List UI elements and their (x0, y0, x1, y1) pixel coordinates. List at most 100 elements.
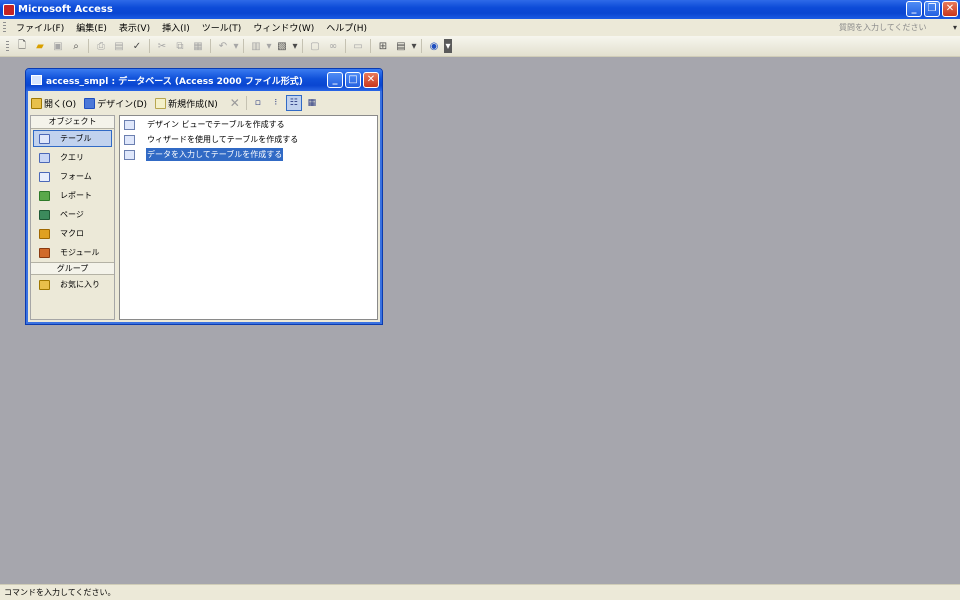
menu-file[interactable]: ファイル(F) (10, 21, 70, 34)
list-item-label: データを入力してテーブルを作成する (146, 148, 284, 161)
relationships-icon[interactable]: ⊞ (375, 38, 391, 54)
script-icon[interactable]: ∞ (325, 38, 341, 54)
copy-icon[interactable]: ⧉ (172, 38, 188, 54)
menu-view[interactable]: 表示(V) (113, 21, 156, 34)
form-icon (39, 171, 50, 182)
restore-button[interactable]: ❐ (924, 1, 940, 17)
object-label: ページ (60, 210, 84, 219)
new-file-icon[interactable]: 🗋 (14, 38, 30, 54)
paste-icon[interactable]: ▦ (190, 38, 206, 54)
list-view-icon[interactable]: ☷ (285, 95, 302, 111)
new-button-label: 新規作成(N) (168, 99, 218, 110)
large-icons-view-icon[interactable]: ▫ (250, 95, 266, 111)
file-search-icon[interactable]: ⌕ (68, 38, 84, 54)
objects-bar: オブジェクト テーブル クエリ フォーム レポート ページ マクロ モジュール … (30, 115, 115, 320)
minimize-button[interactable]: _ (906, 1, 922, 17)
object-list: デザイン ビューでテーブルを作成する ウィザードを使用してテーブルを作成する デ… (119, 115, 378, 320)
object-modules[interactable]: モジュール (31, 243, 114, 262)
object-label: マクロ (60, 229, 84, 238)
database-toolbar: 開く(O) デザイン(D) 新規作成(N) ✕ ▫ ⁝ ☷ ▦ (26, 93, 382, 113)
save-icon[interactable]: ▣ (50, 38, 66, 54)
object-label: テーブル (60, 134, 92, 143)
database-window-controls: _ □ ✕ (327, 72, 379, 88)
print-preview-icon[interactable]: ▤ (111, 38, 127, 54)
analyze-dropdown-icon[interactable]: ▾ (292, 38, 298, 54)
properties-icon[interactable]: ▭ (350, 38, 366, 54)
access-app-icon[interactable] (3, 3, 15, 16)
new-object-dropdown-icon[interactable]: ▾ (411, 38, 417, 54)
menu-window[interactable]: ウィンドウ(W) (247, 21, 320, 34)
status-bar: コマンドを入力してください。 (0, 584, 960, 600)
database-icon[interactable] (31, 75, 42, 85)
delete-icon[interactable]: ✕ (227, 95, 243, 111)
db-minimize-button[interactable]: _ (327, 72, 343, 88)
database-panes: オブジェクト テーブル クエリ フォーム レポート ページ マクロ モジュール … (30, 115, 378, 320)
toolbar-separator (88, 39, 89, 53)
menu-help[interactable]: ヘルプ(H) (320, 21, 373, 34)
help-question-box[interactable]: 質問を入力してください ▾ (839, 21, 957, 34)
toolbar-grip-icon[interactable] (6, 40, 9, 52)
chevron-down-icon[interactable]: ▾ (953, 23, 957, 32)
toolbar-separator (210, 39, 211, 53)
page-icon (39, 209, 50, 220)
toolbar-separator (421, 39, 422, 53)
table-icon (39, 133, 50, 144)
object-pages[interactable]: ページ (31, 205, 114, 224)
menubar-grip-icon[interactable] (3, 22, 6, 33)
group-label: お気に入り (60, 280, 100, 289)
object-label: フォーム (60, 172, 92, 181)
toolbar-separator (370, 39, 371, 53)
help-question-input[interactable]: 質問を入力してください (839, 22, 927, 33)
list-item[interactable]: ウィザードを使用してテーブルを作成する (120, 132, 377, 147)
analyze-icon[interactable]: ▧ (274, 38, 290, 54)
module-icon (39, 247, 50, 258)
office-links-dropdown-icon[interactable]: ▾ (266, 38, 272, 54)
toolbar-separator (243, 39, 244, 53)
db-close-button[interactable]: ✕ (363, 72, 379, 88)
toolbar-separator (149, 39, 150, 53)
groups-header[interactable]: グループ (31, 262, 114, 275)
database-window-title-bar[interactable]: access_smpl : データベース (Access 2000 ファイル形式… (26, 69, 382, 91)
details-view-icon[interactable]: ▦ (304, 95, 320, 111)
group-favorites[interactable]: お気に入り (31, 275, 114, 294)
open-folder-icon[interactable]: ▰ (32, 38, 48, 54)
object-tables[interactable]: テーブル (33, 130, 112, 147)
toolbar-options-icon[interactable]: ▾ (444, 39, 452, 53)
app-title-bar: Microsoft Access _ ❐ ✕ (0, 0, 960, 19)
help-icon[interactable]: ◉ (426, 38, 442, 54)
close-button[interactable]: ✕ (942, 1, 958, 17)
create-table-wizard-icon (124, 134, 135, 145)
menu-edit[interactable]: 編集(E) (70, 21, 113, 34)
menu-tools[interactable]: ツール(T) (196, 21, 248, 34)
print-icon[interactable]: ⎙ (93, 38, 109, 54)
standard-toolbar: 🗋 ▰ ▣ ⌕ ⎙ ▤ ✓ ✂ ⧉ ▦ ↶ ▾ ▥ ▾ ▧ ▾ ▢ ∞ ▭ ⊞ … (0, 36, 960, 57)
database-window-title: access_smpl : データベース (Access 2000 ファイル形式… (46, 76, 303, 87)
undo-icon[interactable]: ↶ (215, 38, 231, 54)
db-maximize-button[interactable]: □ (345, 72, 361, 88)
design-icon (84, 97, 96, 109)
design-button[interactable]: デザイン(D) (84, 97, 147, 110)
app-title: Microsoft Access (18, 4, 113, 15)
open-button[interactable]: 開く(O) (31, 97, 76, 110)
undo-dropdown-icon[interactable]: ▾ (233, 38, 239, 54)
cut-icon[interactable]: ✂ (154, 38, 170, 54)
new-button[interactable]: 新規作成(N) (155, 97, 218, 110)
open-icon (31, 97, 42, 109)
object-reports[interactable]: レポート (31, 186, 114, 205)
object-queries[interactable]: クエリ (31, 148, 114, 167)
code-icon[interactable]: ▢ (307, 38, 323, 54)
list-item[interactable]: データを入力してテーブルを作成する (120, 147, 377, 162)
create-table-design-icon (124, 119, 135, 130)
office-links-icon[interactable]: ▥ (248, 38, 264, 54)
list-item[interactable]: デザイン ビューでテーブルを作成する (120, 117, 377, 132)
menu-insert[interactable]: 挿入(I) (156, 21, 196, 34)
small-icons-view-icon[interactable]: ⁝ (268, 95, 284, 111)
object-label: モジュール (60, 248, 100, 257)
object-label: クエリ (60, 153, 84, 162)
objects-header[interactable]: オブジェクト (31, 116, 114, 129)
window-controls: _ ❐ ✕ (906, 1, 958, 17)
object-macros[interactable]: マクロ (31, 224, 114, 243)
object-forms[interactable]: フォーム (31, 167, 114, 186)
spelling-icon[interactable]: ✓ (129, 38, 145, 54)
new-object-icon[interactable]: ▤ (393, 38, 409, 54)
